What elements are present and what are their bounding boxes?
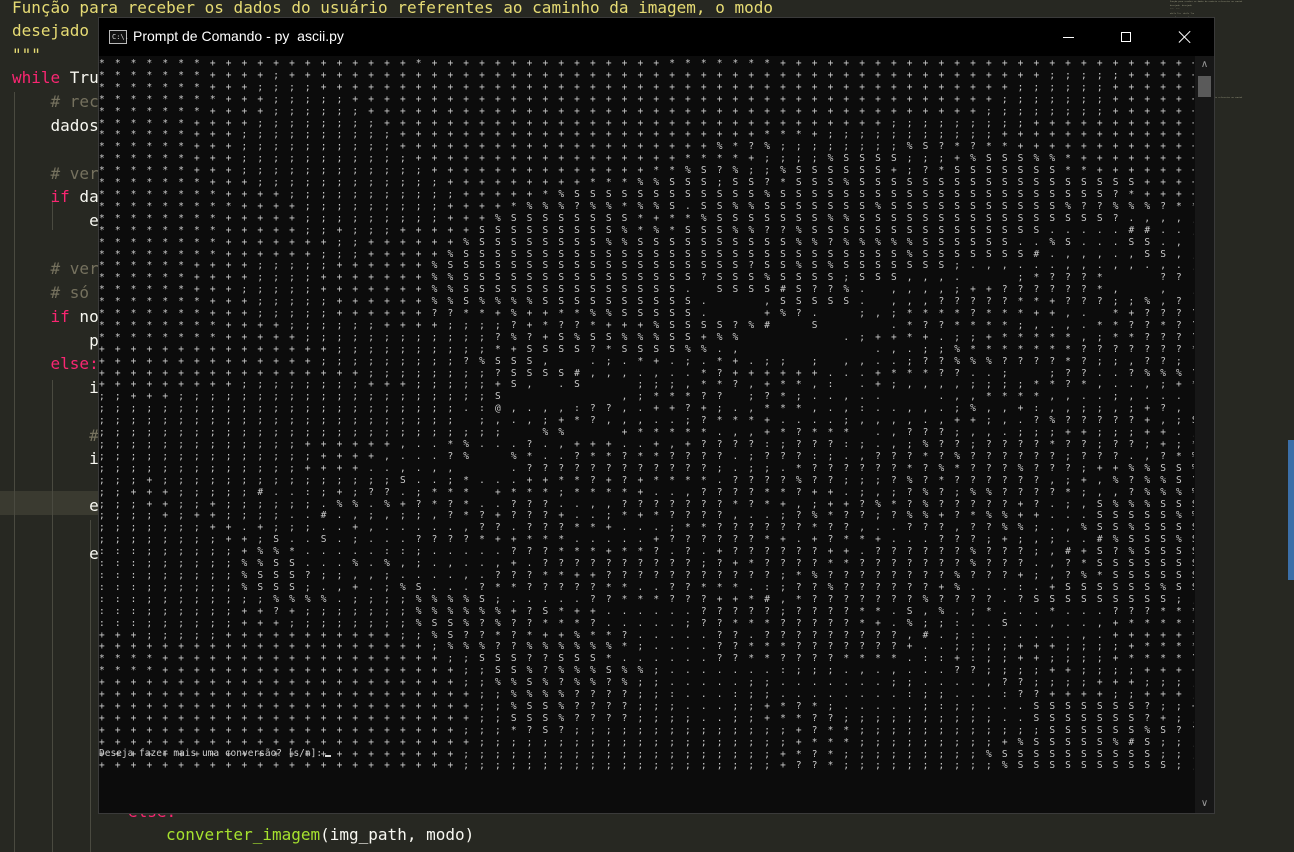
code-line: i	[12, 378, 99, 397]
code-line: # rec	[12, 92, 99, 111]
code-line: desejado	[12, 21, 90, 40]
code-line: if da	[50, 187, 99, 206]
console-output[interactable]: * * * * * * * + + + + + + + + + + + + + …	[99, 56, 1194, 813]
scroll-down-arrow-icon[interactable]: ∨	[1195, 795, 1214, 813]
code-line: # ver	[12, 259, 99, 278]
text-cursor	[325, 755, 332, 757]
code-call-line: converter_imagem(img_path, modo)	[166, 825, 475, 844]
minimize-button[interactable]	[1039, 18, 1097, 56]
window-titlebar[interactable]: C:\. Prompt de Comando - py ascii.py	[99, 18, 1214, 56]
code-line: e	[12, 496, 99, 515]
code-line: if no	[50, 307, 99, 326]
code-line: else:	[50, 354, 99, 373]
editor-scrollbar[interactable]	[1288, 440, 1294, 580]
console-scrollbar[interactable]: ∧ ∨	[1195, 56, 1214, 813]
scroll-up-arrow-icon[interactable]: ∧	[1195, 56, 1214, 74]
cmd-app-icon: C:\.	[109, 30, 129, 44]
ascii-art-output: * * * * * * * + + + + + + + + + + + + + …	[99, 58, 1194, 772]
close-button[interactable]	[1156, 18, 1214, 56]
code-line: """	[12, 45, 41, 64]
code-line: p	[12, 331, 99, 350]
minimize-icon	[1062, 36, 1074, 38]
console-prompt: Deseja fazer mais uma conversão? [s/n]:	[99, 748, 332, 759]
code-line: while Tru	[12, 68, 99, 87]
code-line: # ver	[12, 164, 99, 183]
maximize-button[interactable]	[1097, 18, 1155, 56]
window-title: Prompt de Comando - py ascii.py	[133, 28, 344, 44]
code-line: i	[12, 449, 99, 468]
code-line: e	[12, 211, 99, 230]
code-line: #	[12, 426, 99, 445]
command-prompt-window[interactable]: C:\. Prompt de Comando - py ascii.py * *…	[98, 17, 1215, 814]
code-line: e	[12, 544, 99, 563]
prompt-text: Deseja fazer mais uma conversão? [s/n]:	[99, 748, 323, 759]
indent-guide	[90, 520, 91, 852]
code-line: dados	[12, 116, 99, 135]
maximize-icon	[1121, 32, 1131, 42]
code-line: # só	[12, 283, 90, 302]
close-icon	[1178, 30, 1192, 44]
scrollbar-thumb[interactable]	[1198, 76, 1211, 97]
